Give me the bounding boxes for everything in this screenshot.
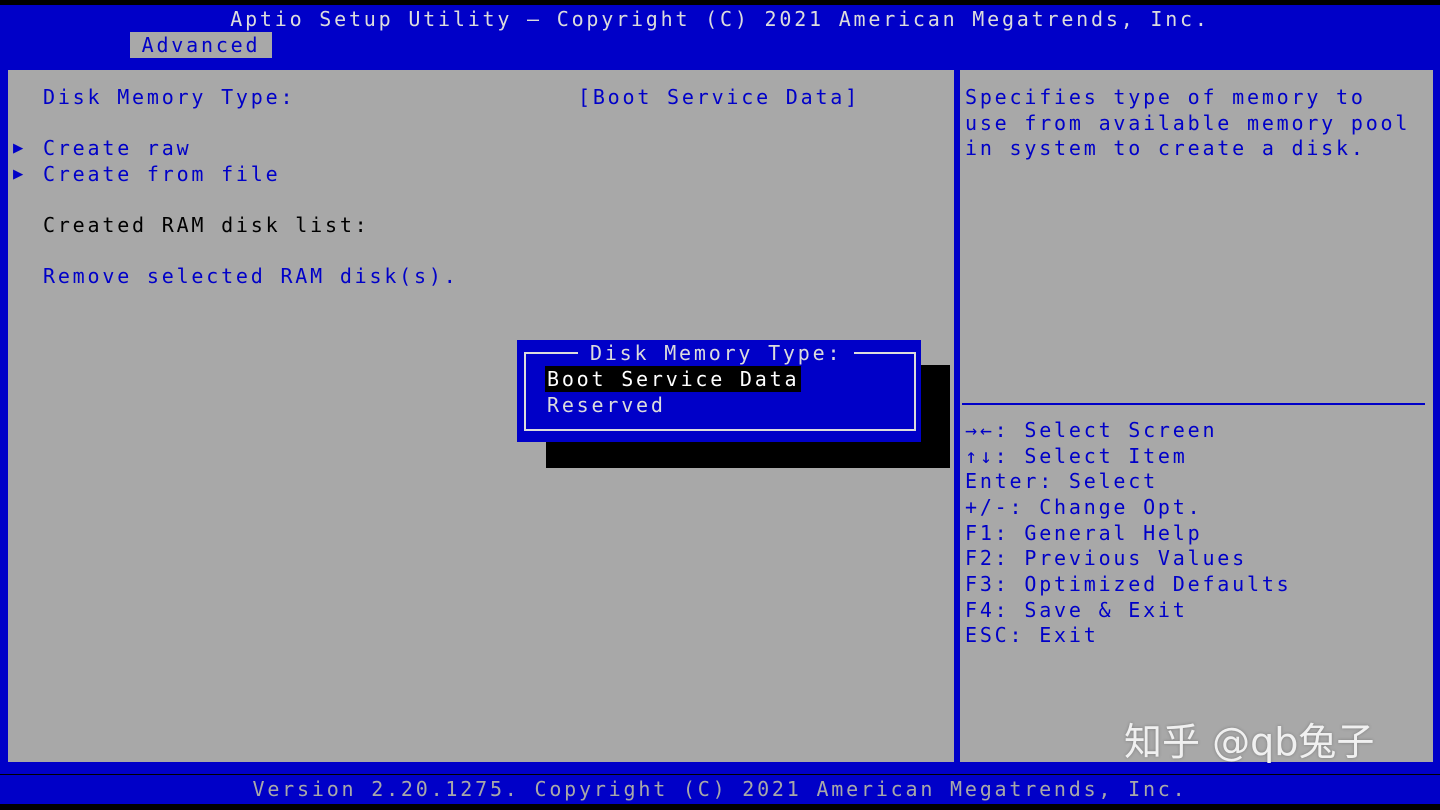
help-line: use from available memory pool bbox=[965, 111, 1411, 135]
popup-option-boot-service-data[interactable]: Boot Service Data bbox=[545, 366, 802, 392]
key-select-screen: →←: Select Screen bbox=[965, 418, 1218, 442]
disk-memory-type-value[interactable]: [Boot Service Data] bbox=[578, 84, 860, 110]
utility-title: Aptio Setup Utility – Copyright (C) 2021… bbox=[230, 7, 1210, 31]
help-divider bbox=[962, 403, 1425, 405]
triangle-right-icon: ▶ bbox=[13, 164, 24, 184]
key-optimized-defaults: F3: Optimized Defaults bbox=[965, 572, 1292, 596]
help-line: Specifies type of memory to bbox=[965, 85, 1366, 109]
key-change-opt: +/-: Change Opt. bbox=[965, 495, 1203, 519]
version-text: Version 2.20.1275. Copyright (C) 2021 Am… bbox=[252, 777, 1188, 801]
create-from-file-item[interactable]: Create from file bbox=[43, 161, 280, 187]
triangle-right-icon: ▶ bbox=[13, 138, 24, 158]
help-line: in system to create a disk. bbox=[965, 136, 1366, 160]
key-previous-values: F2: Previous Values bbox=[965, 546, 1247, 570]
watermark: 知乎 @qb兔子 bbox=[1124, 720, 1375, 764]
key-select-item: ↑↓: Select Item bbox=[965, 444, 1188, 468]
key-esc-exit: ESC: Exit bbox=[965, 623, 1099, 647]
created-ram-disk-list-label: Created RAM disk list: bbox=[43, 213, 370, 237]
key-enter-select: Enter: Select bbox=[965, 469, 1158, 493]
key-general-help: F1: General Help bbox=[965, 521, 1203, 545]
help-panel bbox=[960, 70, 1433, 762]
create-raw-item[interactable]: Create raw bbox=[43, 135, 191, 161]
popup-title: Disk Memory Type: bbox=[578, 340, 855, 366]
popup-option-reserved[interactable]: Reserved bbox=[547, 392, 666, 418]
tab-advanced[interactable]: Advanced bbox=[130, 32, 272, 58]
disk-memory-type-label[interactable]: Disk Memory Type: bbox=[43, 84, 295, 110]
key-save-exit: F4: Save & Exit bbox=[965, 598, 1188, 622]
remove-selected-ram-disk-item[interactable]: Remove selected RAM disk(s). bbox=[43, 263, 459, 289]
